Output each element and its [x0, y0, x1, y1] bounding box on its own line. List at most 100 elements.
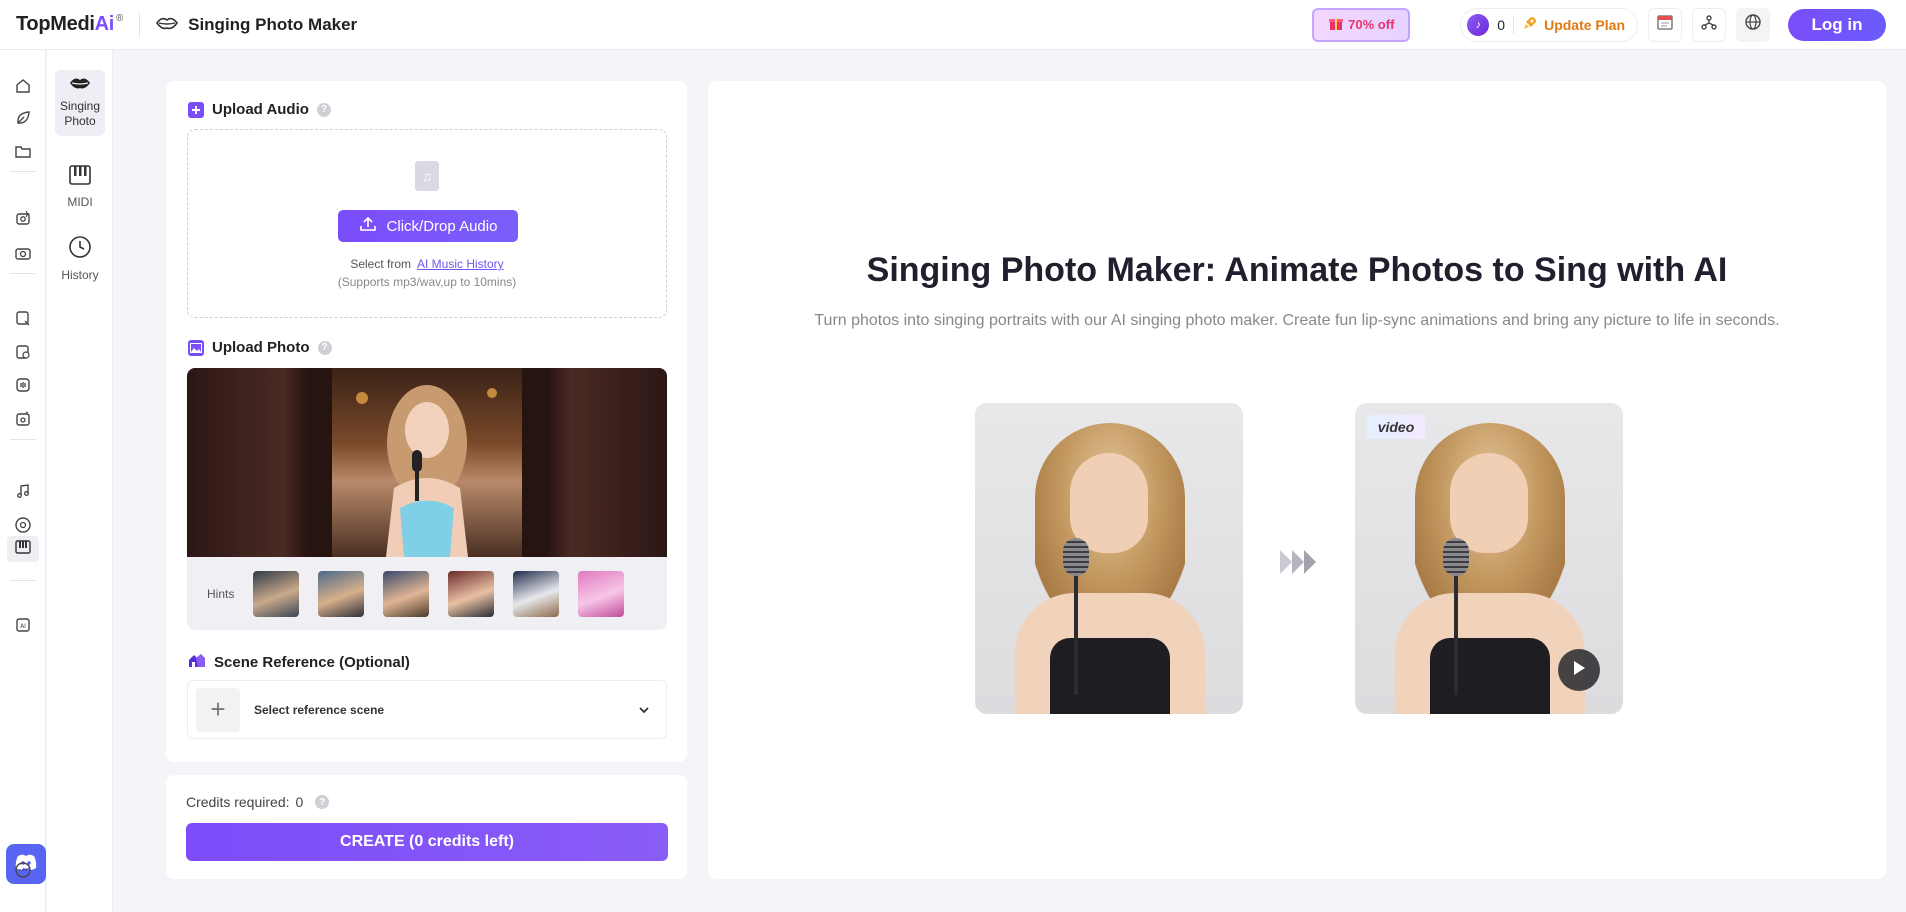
update-plan-link[interactable]: Update Plan: [1522, 15, 1625, 34]
top-header: TopMedi Ai ® Singing Photo Maker 70% off ♪…: [0, 0, 1906, 50]
help-icon[interactable]: ?: [316, 102, 331, 117]
leaf-icon: [14, 109, 32, 132]
rail-files[interactable]: [11, 141, 35, 165]
rail-chat[interactable]: [11, 860, 35, 884]
chevron-down-icon: [638, 701, 650, 719]
credits-pill[interactable]: ♪ 0 Update Plan: [1460, 7, 1638, 42]
music-note-icon: [14, 482, 32, 505]
help-icon[interactable]: ?: [315, 795, 330, 809]
lips-icon: [156, 15, 179, 35]
logo-registered-mark: ®: [116, 13, 124, 24]
chat-icon: [14, 861, 32, 884]
demo-mic-stand: [1074, 575, 1078, 695]
video-tag: video: [1367, 415, 1425, 439]
promo-label: 70% off: [1348, 17, 1395, 32]
ai-music-history-link[interactable]: AI Music History: [417, 257, 504, 271]
hint-thumbnail[interactable]: [383, 570, 429, 617]
click-drop-audio-label: Click/Drop Audio: [386, 217, 498, 235]
promo-badge[interactable]: 70% off: [1312, 7, 1411, 42]
hero-title: Singing Photo Maker: Animate Photos to S…: [866, 251, 1728, 289]
subnav-midi[interactable]: MIDI: [55, 158, 105, 216]
demo-face: [1450, 453, 1528, 553]
demo-top: [1430, 638, 1550, 714]
audio-edit-icon: [14, 410, 32, 433]
lips-icon: [69, 76, 91, 95]
scene-reference-label: Scene Reference (Optional): [214, 653, 410, 671]
rail-piano[interactable]: [7, 536, 39, 562]
upload-photo-label: Upload Photo: [212, 339, 310, 356]
update-plan-label: Update Plan: [1544, 16, 1625, 33]
play-icon: [1571, 659, 1587, 682]
rail-audio-edit[interactable]: [11, 409, 35, 433]
credits-required: Credits required: 0 ?: [186, 794, 330, 810]
svg-text:AI: AI: [20, 623, 26, 630]
demo-output-video[interactable]: video: [1355, 403, 1623, 714]
left-icon-rail: AI: [0, 50, 46, 912]
subnav-label: Singing Photo: [59, 98, 101, 129]
logo-text: TopMedi: [16, 13, 95, 35]
language-button[interactable]: [1736, 7, 1770, 42]
rail-music[interactable]: [11, 481, 35, 505]
calendar-icon: [1656, 13, 1674, 36]
clock-icon: [68, 235, 92, 264]
click-drop-audio-button[interactable]: Click/Drop Audio: [338, 210, 518, 242]
rocket-icon: [1522, 15, 1538, 34]
piano-icon: [68, 164, 92, 191]
upload-icon: [359, 216, 377, 236]
home-icon: [14, 77, 32, 100]
image-enhance-icon: [14, 343, 32, 366]
play-button[interactable]: [1558, 649, 1600, 691]
login-button[interactable]: Log in: [1788, 8, 1886, 41]
create-button[interactable]: CREATE (0 credits left): [186, 823, 668, 861]
image-icon: [188, 339, 204, 356]
piano-icon: [14, 538, 32, 561]
rail-divider: [10, 171, 36, 172]
topmediai-logo[interactable]: TopMedi Ai ®: [16, 13, 123, 36]
hints-label: Hints: [207, 586, 235, 601]
rail-divider: [10, 580, 36, 581]
hint-thumbnail[interactable]: [448, 570, 494, 617]
hint-thumbnail[interactable]: [253, 570, 299, 617]
header-divider: [139, 12, 141, 37]
audio-file-icon: ♫: [415, 161, 439, 191]
add-scene-icon[interactable]: +: [196, 687, 240, 732]
header-actions: 70% off ♪ 0 Update Plan Log in: [1312, 7, 1886, 42]
photo-upload-area[interactable]: Hints: [187, 368, 667, 630]
subnav-singing-photo[interactable]: Singing Photo: [55, 70, 105, 136]
calendar-button[interactable]: [1648, 7, 1682, 42]
help-icon[interactable]: ?: [317, 340, 332, 355]
scene-reference-select[interactable]: + Select reference scene: [187, 680, 667, 739]
rail-camera-tool[interactable]: [11, 243, 35, 267]
uploaded-photo-image: [332, 368, 522, 557]
scene-select-placeholder: Select reference scene: [254, 702, 385, 717]
scene-house-icon: [188, 652, 206, 672]
rail-image-edit[interactable]: [11, 308, 35, 332]
rail-divider: [10, 273, 36, 274]
subnav-history[interactable]: History: [55, 229, 105, 289]
upload-photo-title: Upload Photo ?: [188, 339, 332, 356]
hint-thumbnail[interactable]: [578, 570, 624, 617]
hint-thumbnail[interactable]: [318, 570, 364, 617]
rail-voice[interactable]: [11, 375, 35, 399]
api-network-button[interactable]: [1692, 7, 1726, 42]
audio-drop-zone[interactable]: ♫ Click/Drop Audio Select from AI Music H…: [187, 129, 667, 318]
camera-icon: [14, 244, 32, 267]
upload-audio-label: Upload Audio: [212, 101, 309, 118]
credits-panel: Credits required: 0 ? CREATE (0 credits …: [166, 775, 687, 879]
credits-required-value: 0: [295, 794, 304, 810]
folder-icon: [14, 142, 32, 165]
subnav-label: MIDI: [67, 194, 93, 209]
photo-sparkle-icon: [14, 209, 32, 232]
scene-reference-title: Scene Reference (Optional): [188, 652, 410, 672]
rail-image-enhance[interactable]: [11, 342, 35, 366]
rail-explore[interactable]: [11, 108, 35, 132]
select-from-text: Select from: [350, 257, 411, 271]
select-from-line: Select from AI Music History: [188, 257, 666, 271]
rail-home[interactable]: [11, 76, 35, 100]
rail-photo-tool[interactable]: [11, 208, 35, 232]
demo-input-photo: [975, 403, 1243, 714]
rail-ai-tools[interactable]: AI: [11, 615, 35, 639]
hint-thumbnail[interactable]: [513, 570, 559, 617]
network-icon: [1700, 13, 1718, 36]
logo-ai-text: Ai: [94, 13, 115, 35]
